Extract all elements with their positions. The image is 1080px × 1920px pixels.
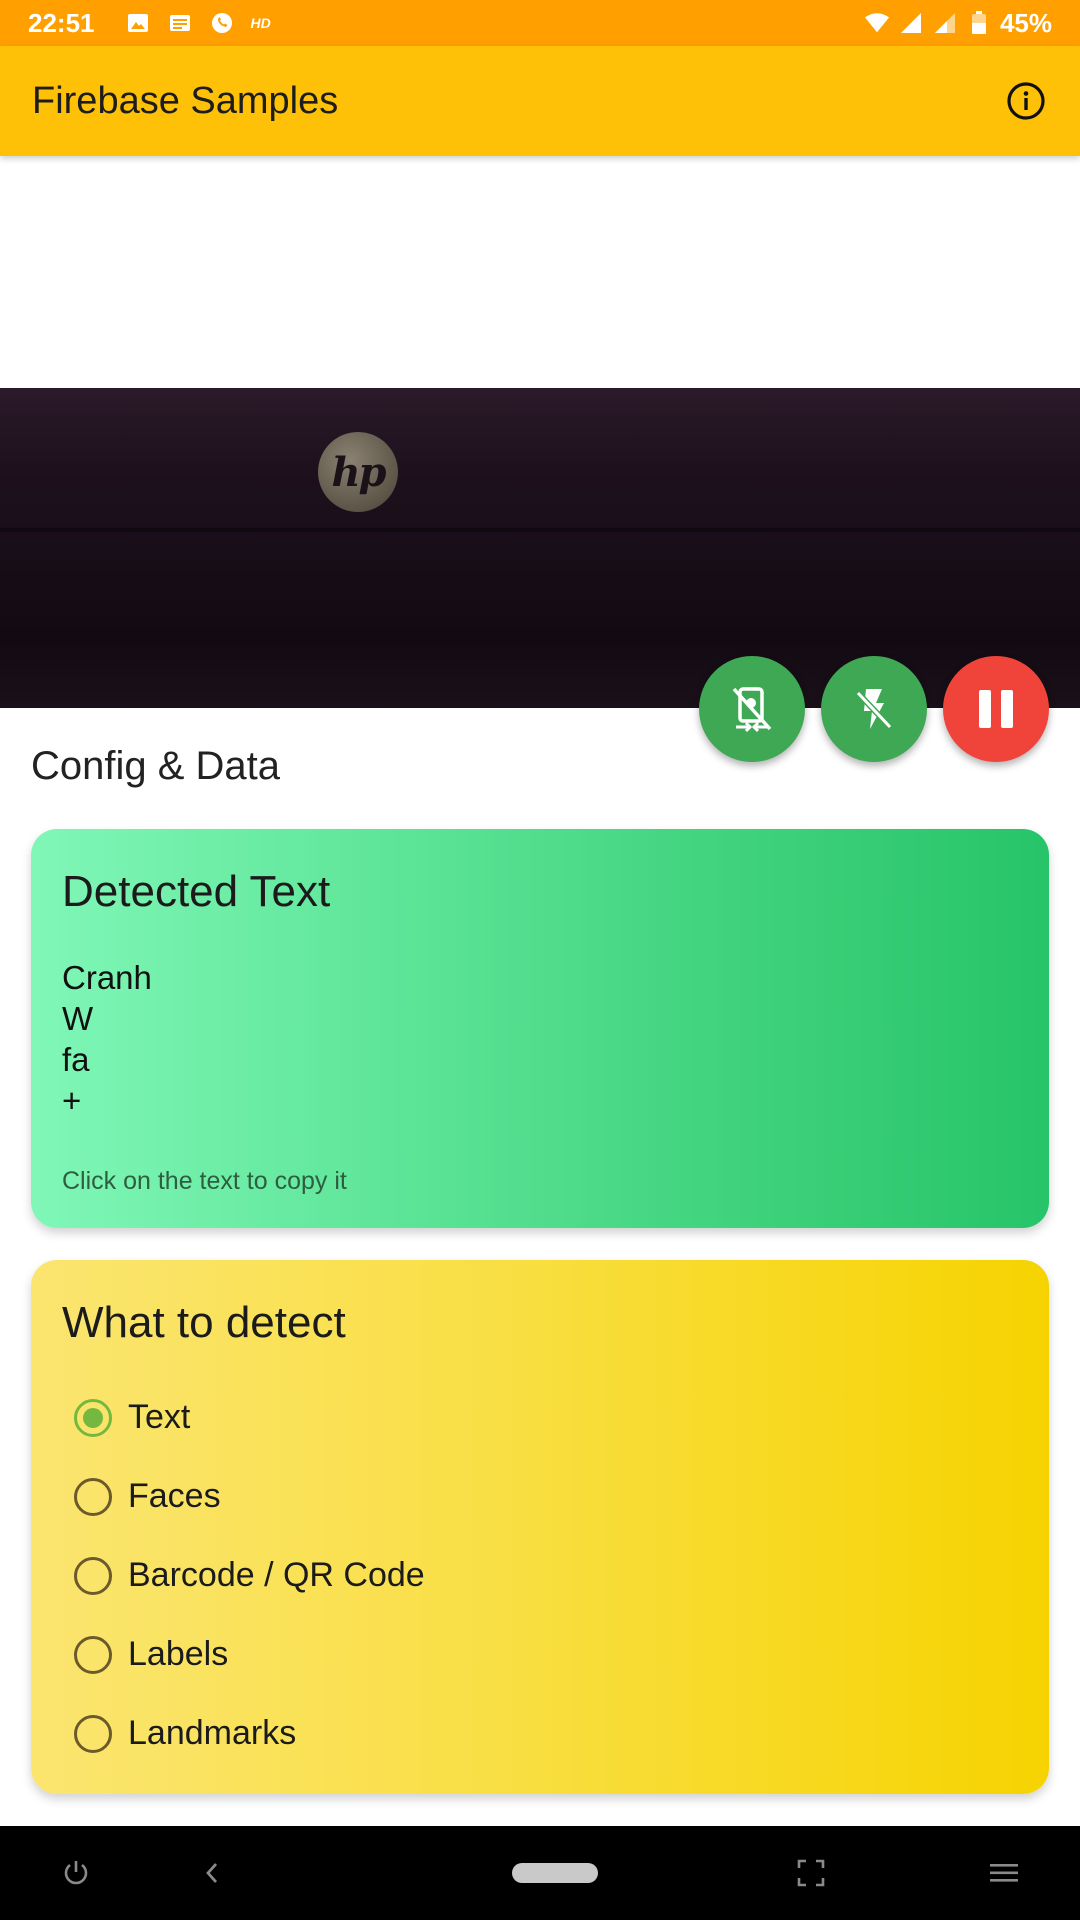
battery-icon xyxy=(966,11,992,34)
battery-level: 45% xyxy=(999,7,1052,38)
radio-dot xyxy=(83,1407,103,1428)
detected-line[interactable]: fa xyxy=(62,1039,1018,1080)
radio-button-checked[interactable] xyxy=(74,1398,112,1437)
pause-button[interactable] xyxy=(943,656,1049,762)
status-right: 45% xyxy=(864,8,1052,39)
radio-button[interactable] xyxy=(74,1477,112,1516)
flash-button[interactable] xyxy=(821,656,927,762)
radio-button[interactable] xyxy=(74,1556,112,1595)
image-icon xyxy=(125,12,151,34)
detected-line[interactable]: Cranh xyxy=(62,957,1018,998)
option-text[interactable]: Text xyxy=(62,1378,1018,1457)
whatsapp-icon xyxy=(209,12,235,34)
power-icon[interactable] xyxy=(56,1853,96,1893)
detect-options: Text Faces Barcode / QR Code Labels Land… xyxy=(62,1378,1018,1773)
status-time: 22:51 xyxy=(28,7,95,38)
section-title: Config & Data xyxy=(31,744,281,788)
hd-indicator: HD xyxy=(250,15,271,31)
laptop-surface xyxy=(0,388,1080,708)
what-to-detect-title: What to detect xyxy=(62,1298,346,1347)
option-barcode[interactable]: Barcode / QR Code xyxy=(62,1536,1018,1615)
signal-icon xyxy=(932,12,958,34)
option-labels[interactable]: Labels xyxy=(62,1615,1018,1694)
app-title: Firebase Samples xyxy=(32,79,339,122)
app-bar: Firebase Samples xyxy=(0,46,1080,156)
camera-preview[interactable]: hp xyxy=(0,156,1080,708)
home-pill-icon[interactable] xyxy=(510,1853,600,1893)
info-button[interactable] xyxy=(1004,79,1048,123)
pause-icon xyxy=(979,690,1013,728)
detected-line[interactable]: + xyxy=(62,1080,1018,1121)
menu-icon[interactable] xyxy=(984,1853,1024,1893)
detected-text-card: Detected Text Cranh W fa + Click on the … xyxy=(31,829,1049,1228)
option-landmarks[interactable]: Landmarks xyxy=(62,1694,1018,1773)
option-faces[interactable]: Faces xyxy=(62,1457,1018,1536)
detected-line[interactable]: W xyxy=(62,998,1018,1039)
option-label: Labels xyxy=(128,1635,229,1673)
detected-text-title: Detected Text xyxy=(62,867,331,916)
status-bar: 22:51 HD 45% xyxy=(0,0,1080,46)
back-icon[interactable] xyxy=(192,1853,232,1893)
flash-off-icon xyxy=(855,689,893,730)
hp-logo: hp xyxy=(318,432,398,512)
what-to-detect-card: What to detect Text Faces Barcode / QR C… xyxy=(31,1260,1049,1794)
wifi-icon xyxy=(864,12,890,34)
radio-button[interactable] xyxy=(74,1714,112,1753)
laptop-hinge xyxy=(0,528,1080,532)
info-icon xyxy=(1007,82,1045,120)
camera-background xyxy=(0,156,1080,388)
hp-logo-text: hp xyxy=(331,448,386,496)
status-left: 22:51 HD xyxy=(28,8,271,39)
option-label: Text xyxy=(128,1398,191,1436)
option-label: Landmarks xyxy=(128,1714,297,1752)
signal-icon xyxy=(898,12,924,34)
navigation-bar xyxy=(0,1826,1080,1920)
screenshot-icon[interactable] xyxy=(791,1853,831,1893)
option-label: Barcode / QR Code xyxy=(128,1556,425,1594)
radio-button[interactable] xyxy=(74,1635,112,1674)
switch-camera-button[interactable] xyxy=(699,656,805,762)
detected-text-content[interactable]: Cranh W fa + xyxy=(62,957,1018,1121)
copy-hint: Click on the text to copy it xyxy=(62,1167,347,1195)
camera-switch-off-icon xyxy=(732,687,772,733)
news-icon xyxy=(167,12,193,34)
option-label: Faces xyxy=(128,1477,221,1515)
